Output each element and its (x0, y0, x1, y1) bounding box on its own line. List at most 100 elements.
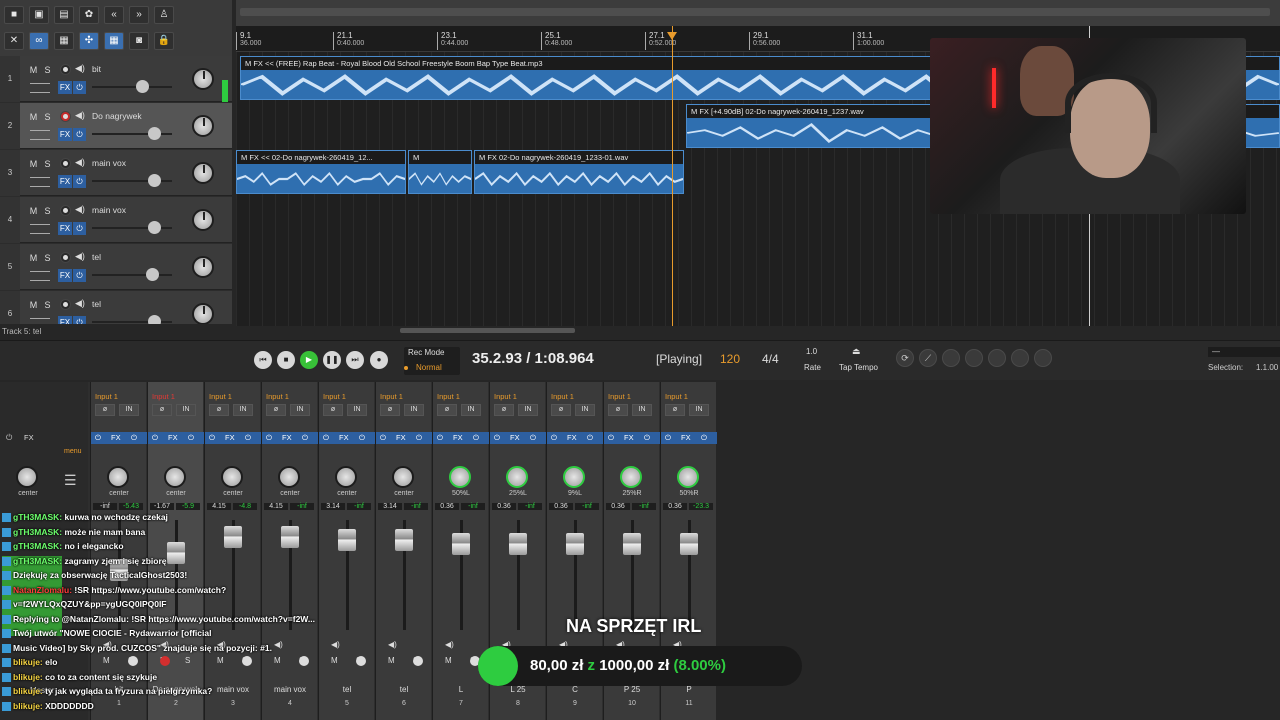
fx-row[interactable]: ⏻ FX ⏻ (319, 432, 375, 444)
fader-cap[interactable] (680, 533, 698, 556)
pan-knob[interactable] (107, 466, 129, 488)
fx-row[interactable]: ⏻ FX ⏻ (91, 432, 147, 444)
power-icon[interactable]: ⏻ (73, 81, 86, 94)
speaker-icon[interactable]: ◀) (331, 640, 340, 649)
record-arm-button[interactable] (60, 299, 71, 310)
power-icon[interactable]: ⏻ (473, 432, 479, 444)
horizontal-scrollbar[interactable] (400, 328, 575, 333)
track-name[interactable]: tel (92, 252, 101, 262)
volume-knob[interactable] (192, 209, 214, 231)
strip-name[interactable]: C (547, 685, 603, 694)
power-icon[interactable]: ⏻ (665, 432, 671, 444)
tap-tempo-button[interactable]: Tap Tempo (839, 363, 878, 372)
power-icon[interactable]: ⏻ (551, 432, 557, 444)
volume-slider[interactable] (92, 127, 172, 140)
overview-bar[interactable] (240, 8, 1270, 16)
speaker-icon[interactable]: ◀) (75, 63, 85, 74)
fx-button[interactable]: FX (58, 175, 72, 188)
io-routing-icon[interactable] (30, 130, 50, 140)
power-icon[interactable]: ⏻ (530, 432, 536, 444)
volume-slider-knob[interactable] (135, 80, 149, 93)
input-monitor-button[interactable]: IN (119, 404, 139, 416)
strip-name[interactable]: tel (319, 685, 375, 694)
volume-knob[interactable] (192, 115, 214, 137)
record-arm-button[interactable] (60, 205, 71, 216)
phase-button[interactable]: ø (323, 404, 343, 416)
strip-name[interactable]: L 25 (490, 685, 546, 694)
tool-1-icon[interactable] (942, 349, 960, 367)
input-selector[interactable]: Input 1 (437, 392, 460, 401)
phase-button[interactable]: ø (266, 404, 286, 416)
strip-name[interactable]: tel (376, 685, 432, 694)
chat-username[interactable]: gTH3MASK: (13, 556, 62, 566)
time-signature[interactable]: 4/4 (762, 352, 779, 366)
power-icon[interactable]: ⏻ (416, 432, 422, 444)
toolbar-row2-btn-5-icon[interactable]: ◙ (129, 32, 149, 50)
strip-name[interactable]: P 25 (604, 685, 660, 694)
fx-row[interactable]: ⏻ FX ⏻ (376, 432, 432, 444)
toolbar-row2-btn-4-icon[interactable]: ▦ (104, 32, 124, 50)
loop-icon[interactable]: ⟳ (896, 349, 914, 367)
stop-button[interactable]: ■ (277, 351, 295, 369)
power-icon[interactable]: ⏻ (73, 175, 86, 188)
power-icon[interactable]: ⏻ (494, 432, 500, 444)
fx-button[interactable]: FX (681, 432, 691, 444)
clip-vox-mid[interactable]: M (408, 150, 472, 194)
input-selector[interactable]: Input 1 (152, 392, 175, 401)
volume-slider-knob[interactable] (147, 221, 161, 234)
power-icon[interactable]: ⏻ (152, 432, 158, 444)
solo-button[interactable]: S (41, 299, 54, 311)
power-icon[interactable]: ⏻ (437, 432, 443, 444)
speaker-icon[interactable]: ◀) (75, 251, 85, 262)
strip-name[interactable]: P (661, 685, 717, 694)
volume-knob[interactable] (192, 303, 214, 324)
track-header[interactable]: 3 M S ◀) main vox FX ⏻ (0, 150, 232, 196)
input-monitor-button[interactable]: IN (404, 404, 424, 416)
input-monitor-button[interactable]: IN (347, 404, 367, 416)
pan-knob[interactable] (221, 466, 243, 488)
volume-slider-knob[interactable] (147, 127, 161, 140)
phase-button[interactable]: ø (380, 404, 400, 416)
fx-button[interactable]: FX (624, 432, 634, 444)
power-icon[interactable]: ⏻ (245, 432, 251, 444)
master-fx-label[interactable]: FX (24, 433, 34, 442)
volume-knob[interactable] (192, 256, 214, 278)
power-icon[interactable]: ⏻ (359, 432, 365, 444)
input-monitor-button[interactable]: IN (689, 404, 709, 416)
mute-button[interactable]: M (331, 656, 338, 665)
power-icon[interactable]: ⏻ (6, 433, 12, 443)
solo-button[interactable]: S (41, 158, 54, 170)
chat-username[interactable]: NatanZlomalu: (13, 585, 72, 595)
power-icon[interactable]: ⏻ (608, 432, 614, 444)
tool-3-icon[interactable] (988, 349, 1006, 367)
phase-button[interactable]: ø (437, 404, 457, 416)
power-icon[interactable]: ⏻ (644, 432, 650, 444)
mute-button[interactable]: M (27, 111, 40, 123)
fx-row[interactable]: ⏻ FX ⏻ (433, 432, 489, 444)
pan-knob[interactable] (506, 466, 528, 488)
clip-vox-1[interactable]: M FX << 02-Do nagrywek-260419_12... (236, 150, 406, 194)
pan-knob[interactable] (278, 466, 300, 488)
toolbar-row1-btn-6-icon[interactable]: ♙ (154, 6, 174, 24)
io-routing-icon[interactable] (30, 271, 50, 281)
phase-button[interactable]: ø (494, 404, 514, 416)
solo-button[interactable]: S (41, 205, 54, 217)
mute-button[interactable]: M (27, 64, 40, 76)
fx-button[interactable]: FX (453, 432, 463, 444)
track-header[interactable]: 5 M S ◀) tel FX ⏻ (0, 244, 232, 290)
chat-username[interactable]: blikuje: (13, 686, 43, 696)
fx-button[interactable]: FX (58, 222, 72, 235)
record-button[interactable]: ● (370, 351, 388, 369)
volume-slider[interactable] (92, 221, 172, 234)
fx-button[interactable]: FX (225, 432, 235, 444)
play-button[interactable]: ▶ (300, 351, 318, 369)
input-selector[interactable]: Input 1 (209, 392, 232, 401)
power-icon[interactable]: ⏻ (302, 432, 308, 444)
power-icon[interactable]: ⏻ (323, 432, 329, 444)
pan-knob[interactable] (392, 466, 414, 488)
solo-button[interactable]: S (41, 111, 54, 123)
speaker-icon[interactable]: ◀) (445, 640, 454, 649)
fx-row[interactable]: ⏻ FX ⏻ (205, 432, 261, 444)
volume-slider[interactable] (92, 80, 172, 93)
menu-label[interactable]: menu (64, 448, 82, 455)
